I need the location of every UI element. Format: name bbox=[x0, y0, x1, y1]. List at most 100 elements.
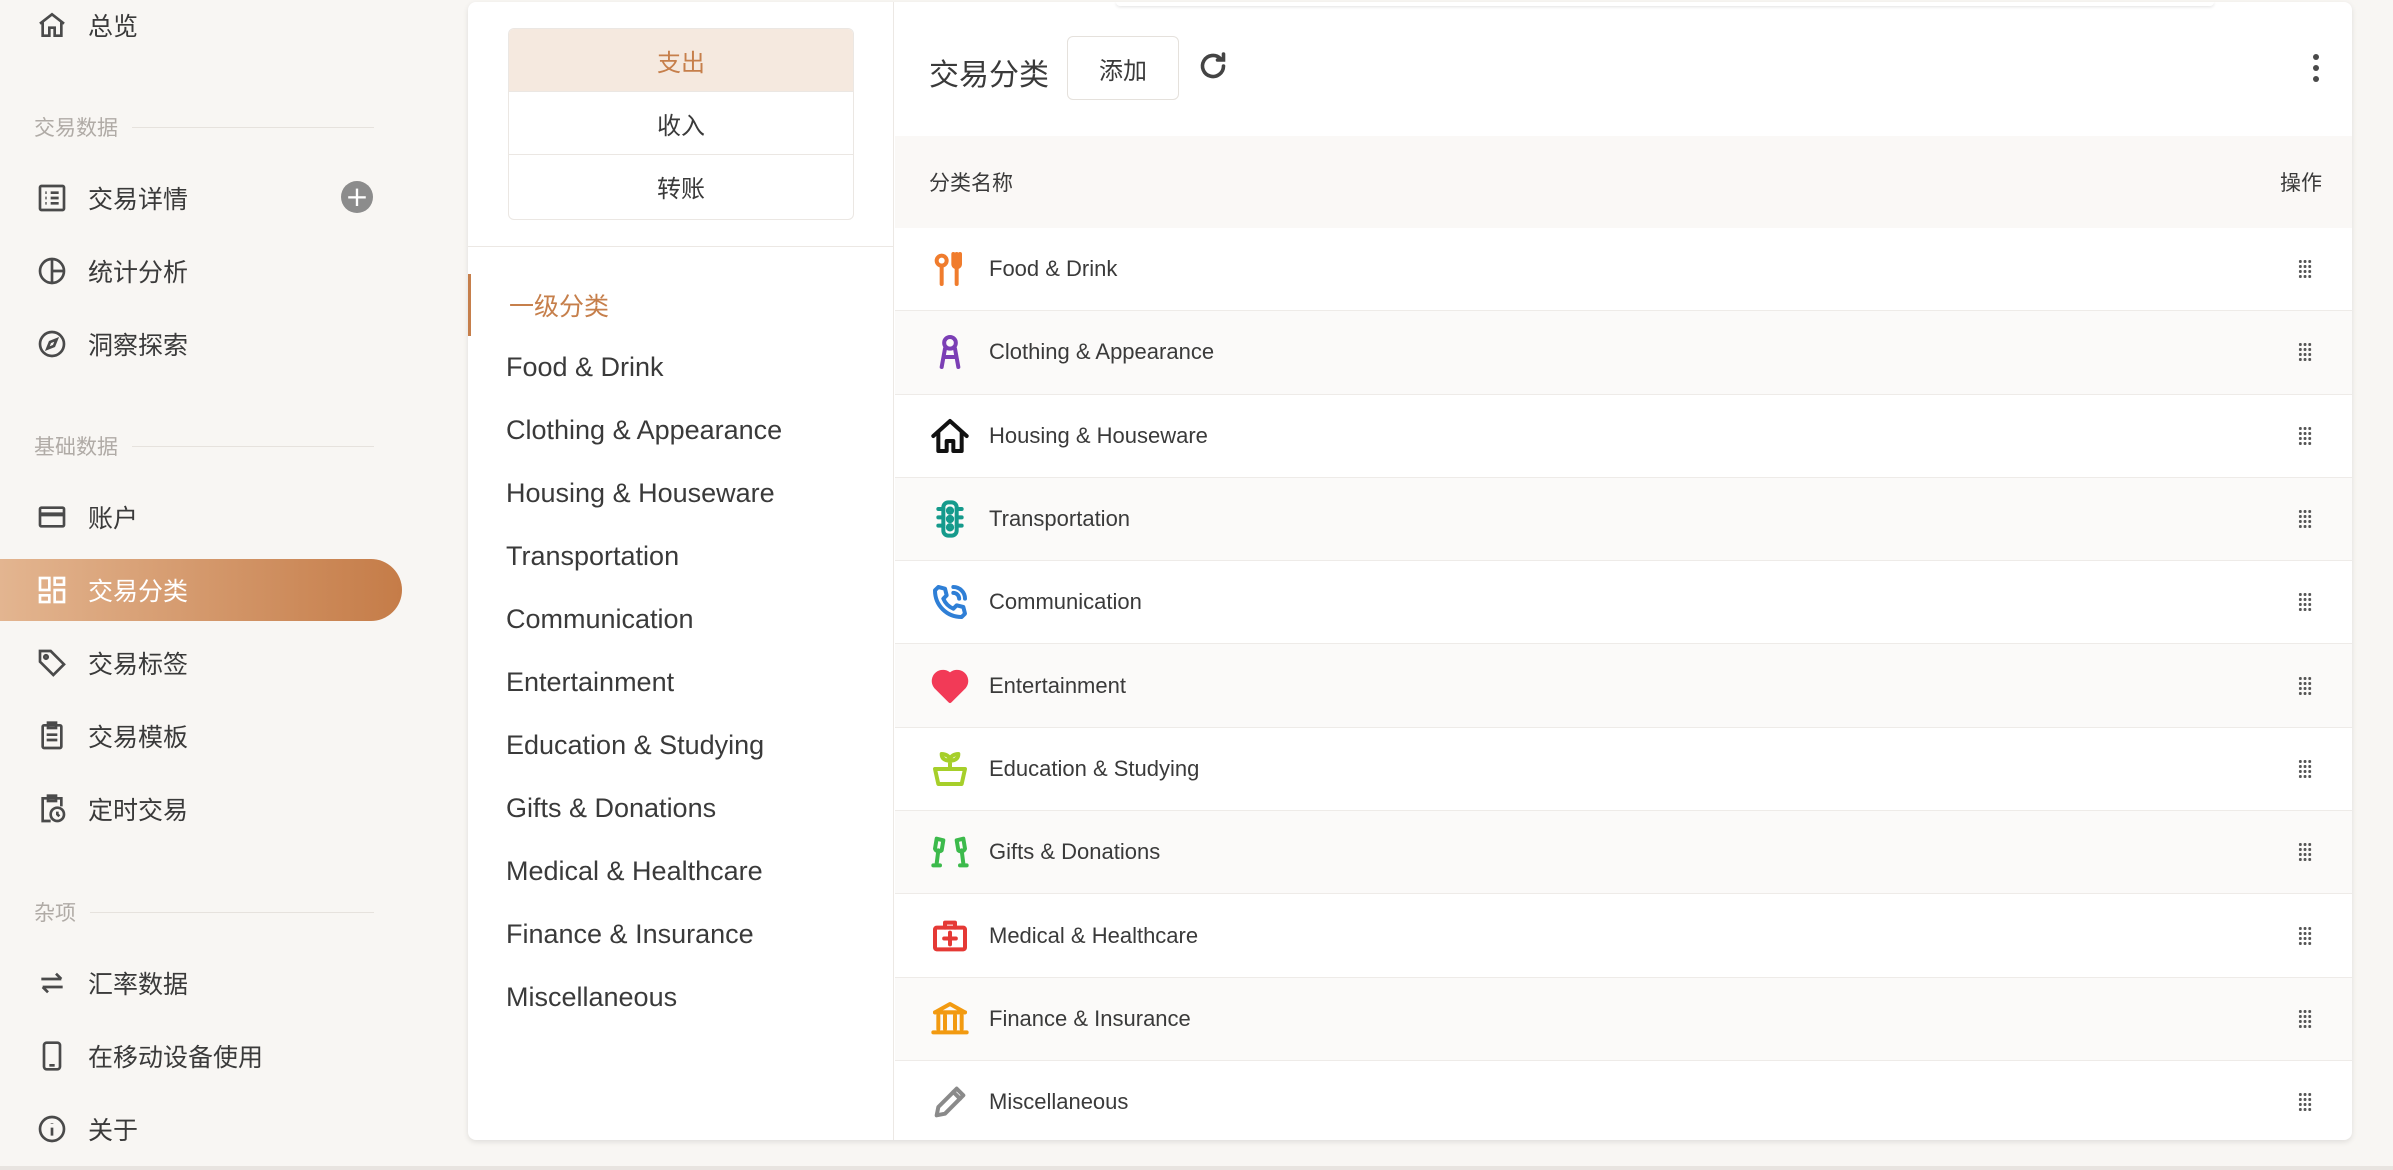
nav-insights[interactable]: 洞察探索 bbox=[0, 313, 402, 375]
fork-knife-icon bbox=[929, 248, 971, 290]
drag-handle-icon[interactable] bbox=[2298, 592, 2312, 613]
category-name: Finance & Insurance bbox=[989, 1005, 1191, 1031]
table-row[interactable]: Food & Drink bbox=[895, 228, 2352, 312]
drag-handle-icon[interactable] bbox=[2298, 758, 2312, 779]
section-title-misc: 杂项 bbox=[34, 897, 374, 927]
cheers-glasses-icon bbox=[929, 831, 971, 873]
table-row[interactable]: Finance & Insurance bbox=[895, 977, 2352, 1061]
nav-overview-label: 总览 bbox=[88, 13, 139, 41]
category-nav-item[interactable]: Transportation bbox=[468, 525, 894, 588]
category-nav-item[interactable]: Medical & Healthcare bbox=[468, 840, 894, 903]
section-title-text: 交易数据 bbox=[34, 117, 118, 140]
pencil-icon bbox=[929, 1081, 971, 1123]
category-name: Transportation bbox=[989, 506, 1131, 532]
divider bbox=[90, 911, 374, 913]
nav-exchange-rates[interactable]: 汇率数据 bbox=[0, 952, 402, 1014]
table-row[interactable]: Miscellaneous bbox=[895, 1061, 2352, 1140]
more-vertical-icon[interactable] bbox=[2306, 50, 2326, 86]
nav-overview[interactable]: 总览 bbox=[0, 0, 402, 56]
category-nav-item[interactable]: Miscellaneous bbox=[468, 966, 894, 1029]
drag-handle-icon[interactable] bbox=[2298, 925, 2312, 946]
drag-handle-icon[interactable] bbox=[2298, 342, 2312, 363]
category-name: Communication bbox=[989, 589, 1142, 615]
heart-icon bbox=[929, 665, 971, 707]
nav-templates-label: 交易模板 bbox=[88, 724, 189, 752]
add-transaction-button[interactable]: + bbox=[341, 181, 373, 213]
table-row[interactable]: Housing & Houseware bbox=[895, 395, 2352, 478]
category-nav-item[interactable]: Communication bbox=[468, 588, 894, 651]
category-nav-item[interactable]: Entertainment bbox=[468, 651, 894, 714]
medical-kit-icon bbox=[929, 915, 971, 957]
divider bbox=[132, 126, 374, 128]
drag-handle-icon[interactable] bbox=[2298, 259, 2312, 280]
table-row[interactable]: Transportation bbox=[895, 477, 2352, 562]
nav-categories-label: 交易分类 bbox=[88, 578, 189, 606]
nav-scheduled-label: 定时交易 bbox=[88, 797, 189, 825]
traffic-light-icon bbox=[929, 498, 971, 540]
category-nav-item[interactable]: Education & Studying bbox=[468, 714, 894, 777]
pie-chart-icon bbox=[34, 253, 70, 289]
add-button[interactable]: 添加 bbox=[1067, 36, 1179, 100]
tag-icon bbox=[34, 645, 70, 681]
toolbar: 交易分类 添加 bbox=[895, 2, 2352, 134]
table-row[interactable]: Entertainment bbox=[895, 644, 2352, 728]
drag-handle-icon[interactable] bbox=[2298, 675, 2312, 696]
info-icon bbox=[34, 1111, 70, 1147]
home-icon bbox=[34, 7, 70, 43]
person-icon bbox=[929, 331, 971, 373]
plant-box-icon bbox=[929, 748, 971, 790]
grid-icon bbox=[34, 572, 70, 608]
clipboard-clock-icon bbox=[34, 791, 70, 827]
swap-arrows-icon bbox=[34, 965, 70, 1001]
column-header-actions: 操作 bbox=[2280, 172, 2322, 195]
table-row[interactable]: Education & Studying bbox=[895, 728, 2352, 812]
nav-accounts-label: 账户 bbox=[88, 505, 139, 533]
category-nav-item[interactable]: Housing & Houseware bbox=[468, 462, 894, 525]
drag-handle-icon[interactable] bbox=[2298, 509, 2312, 530]
nav-statistics-label: 统计分析 bbox=[88, 259, 189, 287]
sidebar: 总览 交易数据 交易详情 + 统计分析 洞察探索 基础数据 账户 交易分类 交易… bbox=[0, 0, 410, 1170]
nav-accounts[interactable]: 账户 bbox=[0, 486, 402, 548]
category-name: Housing & Houseware bbox=[989, 422, 1208, 448]
nav-transaction-details-label: 交易详情 bbox=[88, 186, 189, 214]
nav-templates[interactable]: 交易模板 bbox=[0, 705, 402, 767]
drag-handle-icon[interactable] bbox=[2298, 1008, 2312, 1029]
table-row[interactable]: Clothing & Appearance bbox=[895, 311, 2352, 395]
nav-mobile-label: 在移动设备使用 bbox=[88, 1044, 264, 1072]
credit-card-icon bbox=[34, 499, 70, 535]
category-nav-item[interactable]: Clothing & Appearance bbox=[468, 399, 894, 462]
nav-about[interactable]: 关于 bbox=[0, 1098, 402, 1160]
table-row[interactable]: Medical & Healthcare bbox=[895, 894, 2352, 978]
category-nav: 一级分类 Food & Drink Clothing & Appearance … bbox=[468, 274, 894, 1029]
refresh-icon[interactable] bbox=[1195, 48, 1235, 88]
category-name: Gifts & Donations bbox=[989, 839, 1161, 865]
category-nav-item[interactable]: Finance & Insurance bbox=[468, 903, 894, 966]
nav-exchange-rates-label: 汇率数据 bbox=[88, 971, 189, 999]
category-filter-pane: 支出 收入 转账 一级分类 Food & Drink Clothing & Ap… bbox=[468, 2, 894, 1140]
table-header: 分类名称 操作 bbox=[895, 136, 2352, 228]
category-name: Food & Drink bbox=[989, 256, 1118, 282]
nav-categories[interactable]: 交易分类 bbox=[0, 559, 402, 621]
category-table: Food & Drink Clothing & Appearance Housi… bbox=[895, 228, 2352, 1140]
nav-scheduled[interactable]: 定时交易 bbox=[0, 778, 402, 840]
nav-mobile[interactable]: 在移动设备使用 bbox=[0, 1025, 402, 1087]
nav-tags-label: 交易标签 bbox=[88, 651, 189, 679]
tab-transfer[interactable]: 转账 bbox=[509, 155, 853, 218]
category-nav-heading[interactable]: 一级分类 bbox=[468, 274, 894, 336]
section-title-transactions: 交易数据 bbox=[34, 112, 374, 142]
nav-statistics[interactable]: 统计分析 bbox=[0, 240, 402, 302]
drag-handle-icon[interactable] bbox=[2298, 425, 2312, 446]
categories-card: 支出 收入 转账 一级分类 Food & Drink Clothing & Ap… bbox=[468, 2, 2352, 1140]
nav-tags[interactable]: 交易标签 bbox=[0, 632, 402, 694]
category-list-pane: 交易分类 添加 分类名称 操作 Food & Drink Clothing & … bbox=[895, 2, 2352, 1140]
category-nav-item[interactable]: Gifts & Donations bbox=[468, 777, 894, 840]
table-row[interactable]: Communication bbox=[895, 561, 2352, 645]
drag-handle-icon[interactable] bbox=[2298, 1092, 2312, 1113]
category-name: Clothing & Appearance bbox=[989, 339, 1215, 365]
drag-handle-icon[interactable] bbox=[2298, 842, 2312, 863]
category-name: Education & Studying bbox=[989, 755, 1200, 781]
tab-income[interactable]: 收入 bbox=[509, 92, 853, 155]
table-row[interactable]: Gifts & Donations bbox=[895, 811, 2352, 895]
tab-expense[interactable]: 支出 bbox=[509, 29, 853, 92]
category-nav-item[interactable]: Food & Drink bbox=[468, 336, 894, 399]
